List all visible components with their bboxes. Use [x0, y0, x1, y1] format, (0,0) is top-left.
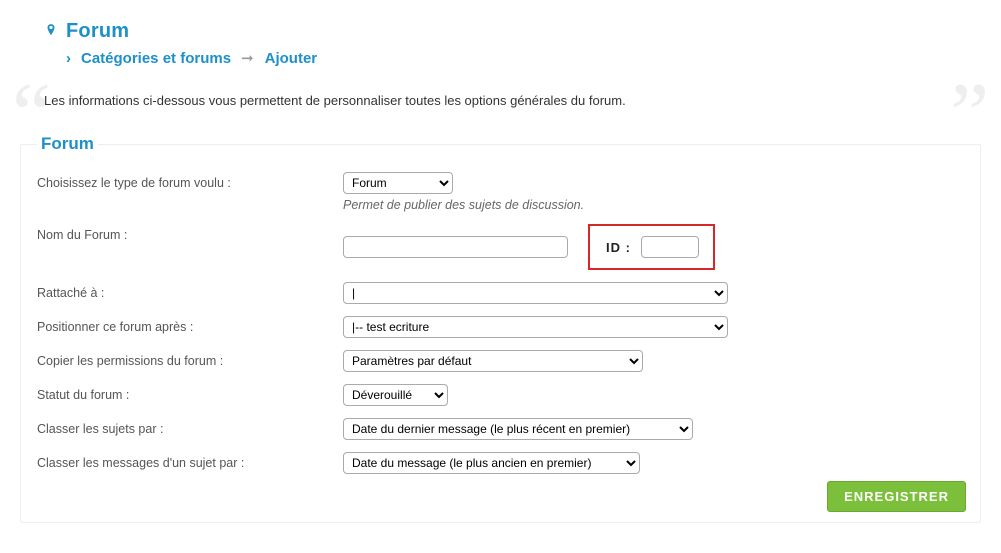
field-row-status: Statut du forum : Déverouillé [37, 384, 964, 406]
pin-icon [44, 23, 58, 40]
intro-text: Les informations ci-dessous vous permett… [44, 93, 957, 108]
fieldset-legend: Forum [37, 134, 98, 154]
field-label: Copier les permissions du forum : [37, 350, 343, 368]
field-row-sort-messages: Classer les messages d'un sujet par : Da… [37, 452, 964, 474]
arrow-right-icon: ➞ [241, 49, 255, 67]
field-label: Choisissez le type de forum voulu : [37, 172, 343, 190]
position-after-select[interactable]: |-- test ecriture [343, 316, 728, 338]
forum-type-select[interactable]: Forum [343, 172, 453, 194]
forum-name-input[interactable] [343, 236, 568, 258]
breadcrumb-item[interactable]: Catégories et forums [81, 50, 231, 67]
sort-messages-select[interactable]: Date du message (le plus ancien en premi… [343, 452, 640, 474]
page-title: Forum [66, 20, 129, 43]
parent-forum-select[interactable]: | [343, 282, 728, 304]
chevron-right-icon: › [66, 50, 71, 67]
copy-permissions-select[interactable]: Paramètres par défaut [343, 350, 643, 372]
field-row-sort-subjects: Classer les sujets par : Date du dernier… [37, 418, 964, 440]
field-label: Rattaché à : [37, 282, 343, 300]
field-row-position: Positionner ce forum après : |-- test ec… [37, 316, 964, 338]
forum-status-select[interactable]: Déverouillé [343, 384, 448, 406]
field-row-type: Choisissez le type de forum voulu : Foru… [37, 172, 964, 212]
sort-subjects-select[interactable]: Date du dernier message (le plus récent … [343, 418, 693, 440]
id-highlight-box: ID : [588, 224, 715, 270]
breadcrumb-item-current: Ajouter [265, 50, 318, 67]
id-label: ID : [606, 240, 631, 255]
field-help: Permet de publier des sujets de discussi… [343, 198, 964, 212]
forum-id-input[interactable] [641, 236, 699, 258]
field-row-permissions: Copier les permissions du forum : Paramè… [37, 350, 964, 372]
field-row-parent: Rattaché à : | [37, 282, 964, 304]
page-header: Forum › Catégories et forums ➞ Ajouter [20, 20, 981, 67]
breadcrumb: › Catégories et forums ➞ Ajouter [44, 49, 981, 67]
field-label: Classer les sujets par : [37, 418, 343, 436]
field-label: Statut du forum : [37, 384, 343, 402]
field-label: Classer les messages d'un sujet par : [37, 452, 343, 470]
field-label: Nom du Forum : [37, 224, 343, 242]
forum-fieldset: Forum Choisissez le type de forum voulu … [20, 134, 981, 523]
field-row-name: Nom du Forum : ID : [37, 224, 964, 270]
field-label: Positionner ce forum après : [37, 316, 343, 334]
save-button[interactable]: ENREGISTRER [827, 481, 966, 512]
